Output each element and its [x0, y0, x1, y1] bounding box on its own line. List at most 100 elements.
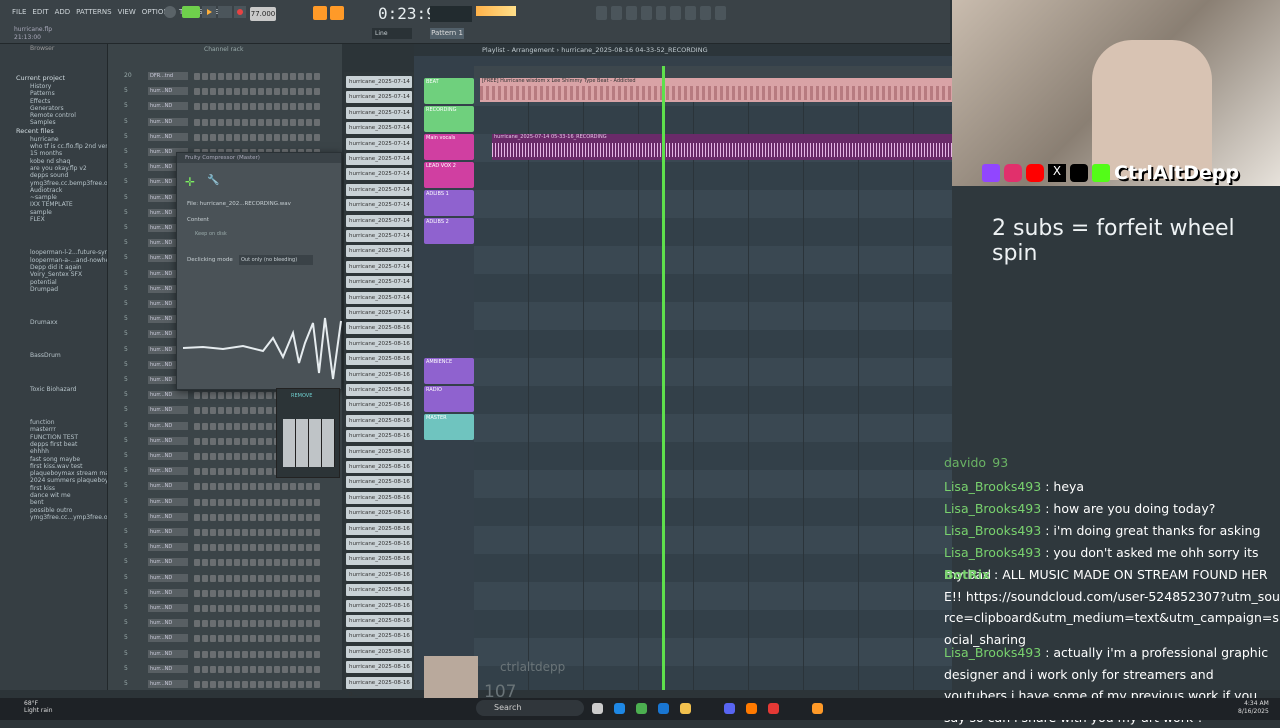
step[interactable] — [234, 453, 240, 460]
step[interactable] — [298, 559, 304, 567]
browser-item[interactable]: Samples — [0, 119, 107, 126]
channel-name-button[interactable]: hurr...ND — [148, 467, 188, 476]
step-sequencer[interactable] — [194, 103, 320, 111]
step[interactable] — [210, 483, 216, 491]
step[interactable] — [290, 559, 296, 567]
step[interactable] — [250, 422, 256, 430]
mixer-icon[interactable] — [640, 6, 652, 20]
step[interactable] — [250, 529, 256, 536]
step[interactable] — [210, 574, 216, 582]
typing-keyboard-icon[interactable] — [330, 6, 344, 20]
step[interactable] — [202, 635, 208, 643]
step[interactable] — [274, 574, 280, 582]
step[interactable] — [234, 665, 240, 673]
step[interactable] — [210, 589, 216, 597]
step[interactable] — [210, 665, 216, 673]
step[interactable] — [242, 118, 248, 126]
recent-file-item[interactable]: ehhhh — [0, 448, 107, 455]
step[interactable] — [282, 665, 288, 673]
step[interactable] — [258, 665, 264, 673]
step[interactable] — [202, 392, 208, 400]
step[interactable] — [242, 650, 248, 658]
step-sequencer[interactable] — [194, 88, 320, 96]
step[interactable] — [194, 559, 200, 567]
step-sequencer[interactable] — [194, 498, 320, 506]
step[interactable] — [282, 544, 288, 552]
step[interactable] — [314, 103, 320, 111]
step[interactable] — [218, 392, 224, 400]
piano-keys[interactable] — [283, 419, 335, 467]
step[interactable] — [234, 392, 240, 400]
step[interactable] — [210, 392, 216, 400]
recent-file-item[interactable]: depps first beat — [0, 441, 107, 448]
step[interactable] — [282, 483, 288, 491]
step[interactable] — [298, 133, 304, 141]
step[interactable] — [274, 529, 280, 536]
step[interactable] — [290, 498, 296, 506]
step[interactable] — [194, 407, 200, 415]
recent-file-item[interactable]: dance wit me — [0, 492, 107, 499]
channel-row[interactable]: 5 hurr...ND — [118, 512, 336, 523]
step[interactable] — [194, 574, 200, 582]
step[interactable] — [194, 529, 200, 536]
pattern-item[interactable]: hurricane_2025-08-16 0... — [346, 384, 412, 405]
step[interactable] — [194, 88, 200, 96]
step[interactable] — [314, 574, 320, 582]
channel-row[interactable]: 5 hurr...ND — [118, 588, 336, 599]
channel-name-button[interactable]: hurr...ND — [148, 406, 188, 415]
step[interactable] — [306, 650, 312, 658]
step[interactable] — [266, 529, 272, 536]
step[interactable] — [242, 468, 248, 476]
step[interactable] — [258, 544, 264, 552]
step[interactable] — [306, 589, 312, 597]
step[interactable] — [218, 498, 224, 506]
step[interactable] — [226, 513, 232, 521]
pattern-item[interactable]: hurricane_2025-08-16 0... — [346, 645, 412, 667]
pattern-item[interactable]: hurricane_2025-07-14 0... — [346, 230, 412, 251]
step[interactable] — [306, 665, 312, 673]
step[interactable] — [202, 453, 208, 460]
keep-on-disk[interactable]: Keep on disk — [195, 231, 227, 237]
step[interactable] — [306, 559, 312, 567]
step[interactable] — [266, 88, 272, 96]
channel-row[interactable]: 5 hurr...ND — [118, 528, 336, 538]
pattern-item[interactable]: hurricane_2025-08-16 0... — [346, 538, 412, 559]
step[interactable] — [234, 103, 240, 111]
step[interactable] — [226, 559, 232, 567]
step[interactable] — [242, 513, 248, 521]
step[interactable] — [226, 635, 232, 643]
step[interactable] — [250, 544, 256, 552]
step[interactable] — [218, 529, 224, 536]
playhead[interactable] — [662, 66, 665, 690]
step[interactable] — [218, 453, 224, 460]
step[interactable] — [298, 483, 304, 491]
step[interactable] — [298, 103, 304, 111]
channel-name-button[interactable]: hurr...ND — [148, 87, 188, 96]
step[interactable] — [314, 544, 320, 552]
channel-row[interactable]: 5 hurr...ND — [118, 543, 336, 553]
recent-file-item[interactable]: who tf is cc.flo.flp 2nd verse — [0, 143, 107, 150]
step-sequencer[interactable] — [194, 635, 320, 643]
step[interactable] — [290, 681, 296, 688]
pattern-item[interactable]: hurricane_2025-08-16 0... — [346, 430, 412, 451]
chat-username[interactable]: Lisa_Brooks493 — [944, 523, 1041, 538]
step[interactable] — [210, 118, 216, 126]
snap-selector[interactable]: Line — [372, 28, 412, 39]
step[interactable] — [234, 513, 240, 521]
recent-file-item[interactable]: potential — [0, 279, 107, 286]
step[interactable] — [258, 453, 264, 460]
pattern-item[interactable]: hurricane_2025-07-14 0... — [346, 260, 412, 282]
browser-item[interactable]: History — [0, 83, 107, 90]
channel-name-button[interactable]: hurr...ND — [148, 512, 188, 521]
step[interactable] — [250, 73, 256, 80]
step[interactable] — [290, 620, 296, 628]
step[interactable] — [218, 635, 224, 643]
step[interactable] — [218, 468, 224, 476]
step[interactable] — [226, 589, 232, 597]
step[interactable] — [202, 422, 208, 430]
pattern-item[interactable]: hurricane_2025-07-14 0... — [346, 307, 412, 328]
step[interactable] — [290, 665, 296, 673]
step[interactable] — [282, 498, 288, 506]
step[interactable] — [282, 559, 288, 567]
recent-file-item[interactable]: Voiry_Sentex SFX — [0, 271, 107, 278]
